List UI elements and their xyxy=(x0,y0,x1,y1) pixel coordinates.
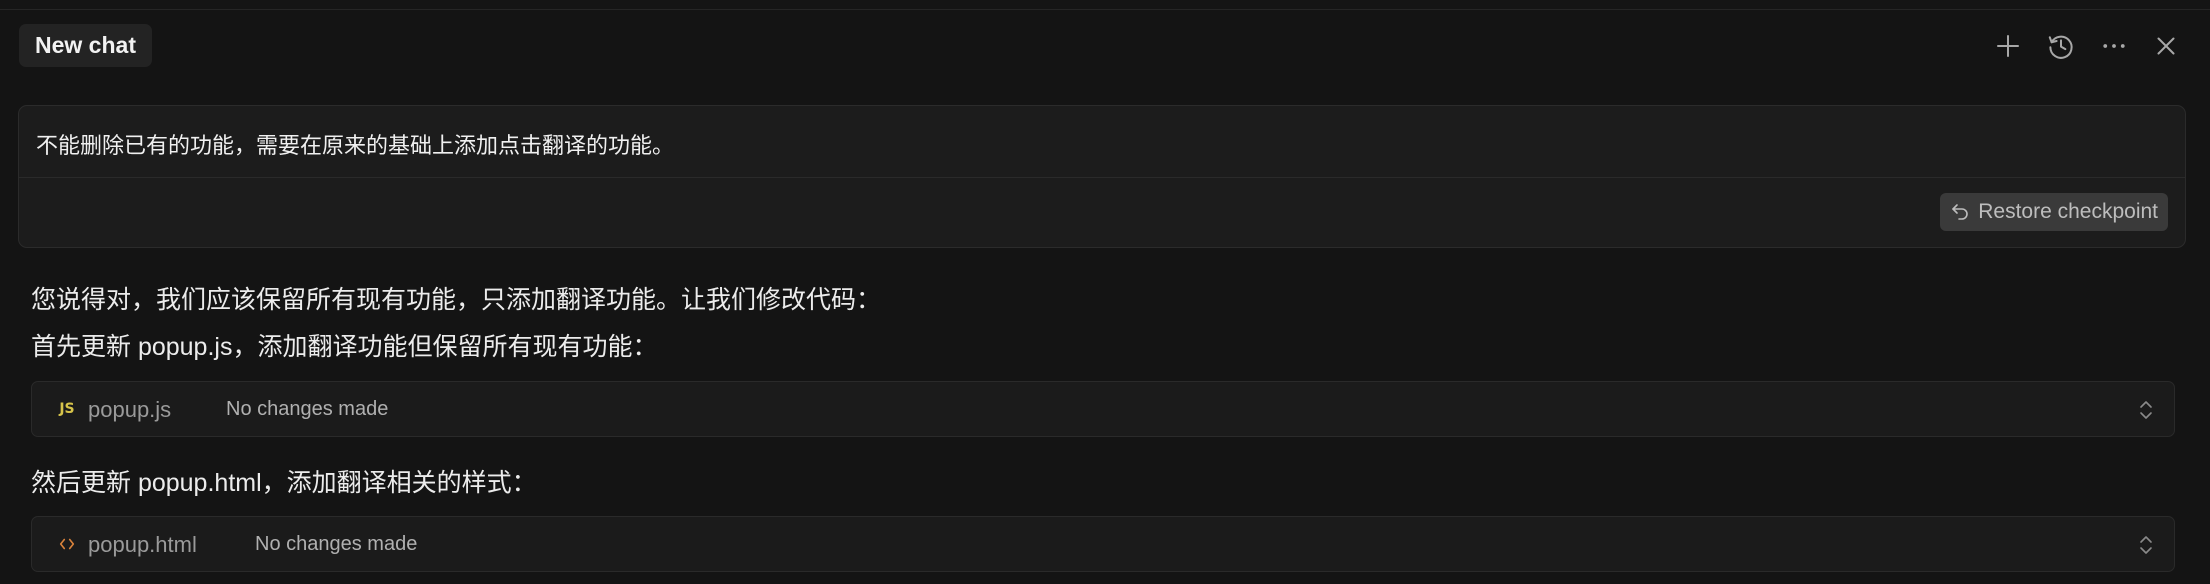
expand-chevron-icon[interactable] xyxy=(2136,533,2156,557)
response-text-1: 您说得对，我们应该保留所有现有功能，只添加翻译功能。让我们修改代码： xyxy=(31,286,882,314)
file-name: popup.js xyxy=(88,397,172,422)
top-border xyxy=(0,0,2210,10)
response-text-2: 首先更新 popup.js，添加翻译功能但保留所有现有功能： xyxy=(31,333,658,361)
file-status: No changes made xyxy=(226,398,389,420)
chat-header: New chat xyxy=(0,10,2210,80)
file-status: No changes made xyxy=(255,533,418,555)
close-icon[interactable] xyxy=(2146,26,2186,66)
code-file-icon xyxy=(55,531,79,557)
javascript-file-icon: JS xyxy=(59,401,75,417)
more-icon[interactable] xyxy=(2094,26,2134,66)
restore-checkpoint-label: Restore checkpoint xyxy=(1978,200,2158,223)
undo-icon xyxy=(1952,204,1968,220)
file-card-popup-html[interactable]: popup.html No changes made xyxy=(31,516,2175,572)
divider xyxy=(19,177,2185,178)
user-message: 不能删除已有的功能，需要在原来的基础上添加点击翻译的功能。 Restore ch… xyxy=(18,105,2186,248)
file-card-popup-js[interactable]: JS popup.js No changes made xyxy=(31,381,2175,437)
restore-checkpoint-button[interactable]: Restore checkpoint xyxy=(1940,193,2168,231)
plus-icon[interactable] xyxy=(1988,26,2028,66)
expand-chevron-icon[interactable] xyxy=(2136,398,2156,422)
history-icon[interactable] xyxy=(2041,26,2081,66)
file-name: popup.html xyxy=(88,532,197,557)
chat-title-tab[interactable]: New chat xyxy=(19,24,152,67)
response-text-3: 然后更新 popup.html，添加翻译相关的样式： xyxy=(31,469,537,497)
user-message-text: 不能删除已有的功能，需要在原来的基础上添加点击翻译的功能。 xyxy=(36,133,675,158)
